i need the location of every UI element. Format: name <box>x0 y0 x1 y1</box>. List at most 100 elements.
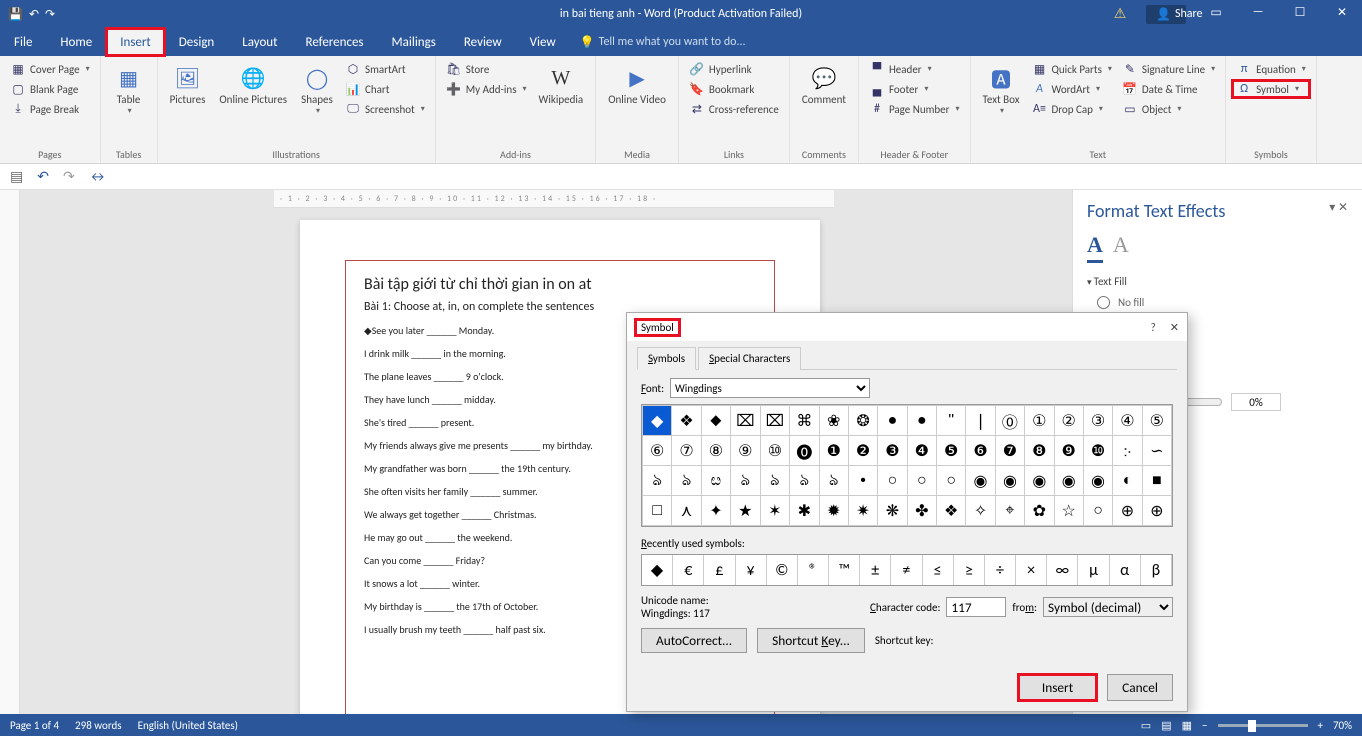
recent-symbol[interactable]: × <box>1016 555 1047 585</box>
symbol-cell[interactable]: ⬥ <box>701 406 730 436</box>
symbol-cell[interactable]: ⊕ <box>1113 496 1142 526</box>
symbol-cell[interactable]: ❺ <box>937 436 966 466</box>
recent-symbol[interactable]: ¥ <box>736 555 767 585</box>
symbol-cell[interactable]: " <box>937 406 966 436</box>
no-fill-radio[interactable] <box>1097 296 1110 309</box>
maximize-icon[interactable]: ☐ <box>1280 5 1320 24</box>
recent-symbol[interactable]: α <box>1110 555 1141 585</box>
language-indicator[interactable]: English (United States) <box>138 719 238 732</box>
shortcut-key-button[interactable]: Shortcut Key... <box>757 628 865 653</box>
symbol-cell[interactable]: ⋏ <box>672 496 701 526</box>
symbol-cell[interactable]: ❹ <box>907 436 936 466</box>
symbol-cell[interactable]: ❿ <box>1083 436 1112 466</box>
recent-symbol[interactable]: ≠ <box>891 555 922 585</box>
recent-symbol[interactable]: β <box>1141 555 1172 585</box>
object-button[interactable]: ▭Object▾ <box>1118 100 1219 118</box>
symbols-tab[interactable]: Symbols <box>637 347 696 370</box>
character-code-input[interactable] <box>946 597 1006 617</box>
special-characters-tab[interactable]: Special Characters <box>698 347 801 370</box>
symbol-cell[interactable]: ✤ <box>907 496 936 526</box>
symbol-cell[interactable]: ✹ <box>819 496 848 526</box>
tab-home[interactable]: Home <box>46 28 106 56</box>
recent-symbol[interactable]: ≤ <box>923 555 954 585</box>
cancel-button[interactable]: Cancel <box>1107 674 1173 701</box>
tab-references[interactable]: References <box>292 28 378 56</box>
symbol-cell[interactable]: ❷ <box>848 436 877 466</box>
autocorrect-button[interactable]: AutoCorrect... <box>641 628 747 653</box>
minimize-icon[interactable]: — <box>1238 5 1278 24</box>
blank-page-button[interactable]: ▢Blank Page <box>6 80 94 98</box>
symbol-cell[interactable]: ◉ <box>995 466 1024 496</box>
store-button[interactable]: 🛍Store <box>442 60 531 78</box>
symbol-cell[interactable]: ✧ <box>966 496 995 526</box>
symbol-cell[interactable]: ◉ <box>1025 466 1054 496</box>
symbol-cell[interactable]: ❶ <box>819 436 848 466</box>
symbol-cell[interactable]: ঌ <box>731 466 761 496</box>
symbol-cell[interactable]: ◉ <box>966 466 995 496</box>
symbol-cell[interactable]: ঌ <box>643 466 672 496</box>
recent-symbol[interactable]: © <box>767 555 798 585</box>
tab-file[interactable]: File <box>0 28 46 56</box>
wikipedia-button[interactable]: WWikipedia <box>533 60 590 146</box>
page-indicator[interactable]: Page 1 of 4 <box>10 719 59 732</box>
symbol-cell[interactable]: ■ <box>1142 466 1171 496</box>
recent-symbol[interactable]: € <box>673 555 704 585</box>
symbol-cell[interactable]: ⓪ <box>995 406 1024 436</box>
recent-symbol[interactable]: ™ <box>829 555 860 585</box>
cover-page-button[interactable]: ▦Cover Page▾ <box>6 60 94 78</box>
recent-symbol[interactable]: ± <box>860 555 891 585</box>
symbol-cell[interactable]: ✶ <box>760 496 790 526</box>
smartart-button[interactable]: ⬡SmartArt <box>341 60 429 78</box>
hyperlink-button[interactable]: 🔗Hyperlink <box>685 60 783 78</box>
drop-cap-button[interactable]: A≡Drop Cap▾ <box>1028 100 1116 118</box>
zoom-level[interactable]: 70% <box>1333 719 1352 732</box>
symbol-grid[interactable]: ◆❖⬥⌧⌧⌘❀❂●●"❘⓪①②③④⑤⑥⑦⑧⑨⑩⓿❶❷❸❹❺❻❼❽❾❿჻∽ঌঌೞঌ… <box>641 404 1173 527</box>
symbol-cell[interactable]: ⌧ <box>731 406 761 436</box>
symbol-cell[interactable]: ❻ <box>966 436 995 466</box>
signature-line-button[interactable]: ✎Signature Line▾ <box>1118 60 1219 78</box>
tab-review[interactable]: Review <box>450 28 516 56</box>
tab-insert[interactable]: Insert <box>106 28 165 56</box>
symbol-cell[interactable]: ② <box>1054 406 1083 436</box>
symbol-cell[interactable]: ○ <box>907 466 936 496</box>
symbol-cell[interactable]: ঌ <box>760 466 790 496</box>
symbol-cell[interactable]: ⌘ <box>790 406 819 436</box>
tab-mailings[interactable]: Mailings <box>378 28 450 56</box>
symbol-cell[interactable]: ❖ <box>672 406 701 436</box>
zoom-slider[interactable] <box>1218 724 1308 727</box>
header-button[interactable]: ▀Header▾ <box>865 60 964 78</box>
recent-symbol[interactable]: ÷ <box>985 555 1016 585</box>
table-button[interactable]: ▦Table▾ <box>107 60 151 146</box>
footer-button[interactable]: ▄Footer▾ <box>865 80 964 98</box>
insert-button[interactable]: Insert <box>1018 674 1097 701</box>
symbol-cell[interactable]: ❀ <box>819 406 848 436</box>
symbol-cell[interactable]: ⑨ <box>731 436 761 466</box>
symbol-cell[interactable]: ✷ <box>848 496 877 526</box>
my-addins-button[interactable]: ➕My Add-ins▾ <box>442 80 531 98</box>
dialog-close-icon[interactable]: ✕ <box>1170 321 1179 334</box>
recent-symbol[interactable]: ∞ <box>1047 555 1078 585</box>
symbol-cell[interactable]: ∽ <box>1142 436 1171 466</box>
date-time-button[interactable]: 📅Date & Time <box>1118 80 1219 98</box>
symbol-cell[interactable]: ⑧ <box>701 436 730 466</box>
zoom-out-icon[interactable]: − <box>1202 719 1207 732</box>
symbol-cell[interactable]: ❂ <box>848 406 877 436</box>
dialog-help-icon[interactable]: ? <box>1151 321 1156 334</box>
symbol-cell[interactable]: ★ <box>731 496 761 526</box>
undo-icon[interactable]: ↶ <box>29 7 39 22</box>
symbol-cell[interactable]: ⑥ <box>643 436 672 466</box>
recent-symbol[interactable]: ◆ <box>642 555 673 585</box>
text-box-button[interactable]: 🅰Text Box▾ <box>977 60 1026 146</box>
read-mode-icon[interactable]: ▭ <box>1141 719 1151 732</box>
symbol-cell[interactable]: ❘ <box>966 406 995 436</box>
symbol-cell[interactable]: ⑩ <box>760 436 790 466</box>
symbol-cell[interactable]: ○ <box>1083 496 1112 526</box>
equation-button[interactable]: πEquation▾ <box>1232 60 1310 78</box>
zoom-in-icon[interactable]: + <box>1318 719 1323 732</box>
symbol-cell[interactable]: ③ <box>1083 406 1112 436</box>
symbol-cell[interactable]: ঌ <box>819 466 848 496</box>
symbol-cell[interactable]: ❾ <box>1054 436 1083 466</box>
symbol-cell[interactable]: ❖ <box>937 496 966 526</box>
tab-design[interactable]: Design <box>165 28 228 56</box>
symbol-cell[interactable]: ❼ <box>995 436 1024 466</box>
